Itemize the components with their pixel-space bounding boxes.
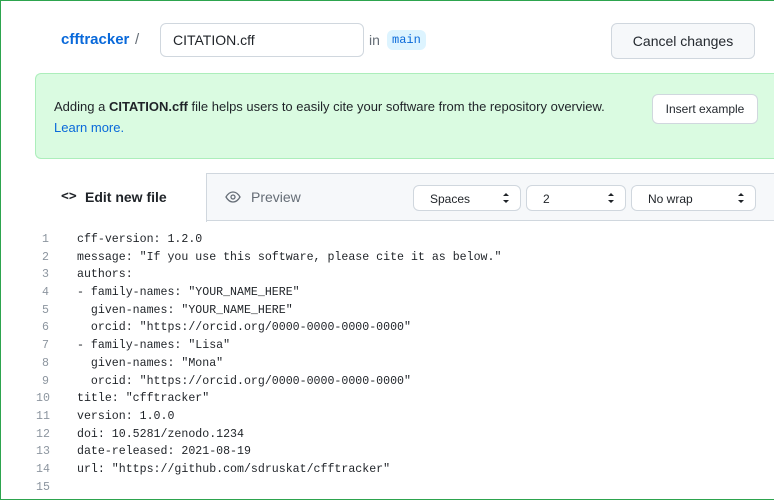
line-text: title: "cfftracker" <box>77 392 210 406</box>
cancel-changes-button[interactable]: Cancel changes <box>611 23 755 59</box>
code-line: 6 orcid: "https://orcid.org/0000-0000-00… <box>1 319 774 337</box>
line-text: date-released: 2021-08-19 <box>77 445 251 459</box>
code-line: 15 <box>1 479 774 497</box>
line-number: 9 <box>42 374 49 388</box>
code-area[interactable]: 1 cff-version: 1.2.0 2 message: "If you us… <box>1 231 774 496</box>
indent-mode-value: Spaces <box>430 192 471 206</box>
code-line: 3 authors: <box>1 266 774 284</box>
line-text: given-names: "Mona" <box>77 356 224 370</box>
wrap-mode-select[interactable]: No wrap <box>631 185 756 211</box>
line-text: message: "If you use this software, plea… <box>77 250 502 264</box>
editor-frame: cfftracker / in main Cancel changes Addi… <box>0 0 774 500</box>
wrap-mode-value: No wrap <box>648 192 693 206</box>
repo-link[interactable]: cfftracker <box>61 31 129 48</box>
line-number: 7 <box>42 339 49 353</box>
learn-more-link[interactable]: Learn more. <box>54 120 124 135</box>
line-number: 12 <box>36 427 50 441</box>
line-number: 15 <box>36 480 50 494</box>
line-text: doi: 10.5281/zenodo.1234 <box>77 427 244 441</box>
code-line: 11 version: 1.0.0 <box>1 408 774 426</box>
code-line: 1 cff-version: 1.2.0 <box>1 231 774 249</box>
editor-tab-bar: <> Edit new file Preview Spaces 2 No wra… <box>1 173 774 222</box>
line-number: 5 <box>42 303 49 317</box>
filename-input[interactable] <box>160 23 364 57</box>
line-number: 4 <box>42 286 49 300</box>
line-number: 14 <box>36 462 50 476</box>
code-line: 5 given-names: "YOUR_NAME_HERE" <box>1 302 774 320</box>
code-editor: <> Edit new file Preview Spaces 2 No wra… <box>1 173 774 499</box>
line-text: version: 1.0.0 <box>77 409 175 423</box>
line-number: 8 <box>42 356 49 370</box>
line-text: - family-names: "YOUR_NAME_HERE" <box>77 286 300 300</box>
file-header: cfftracker / in main Cancel changes <box>1 1 774 81</box>
line-number: 13 <box>36 445 50 459</box>
line-text: - family-names: "Lisa" <box>77 339 231 353</box>
code-line: 14 url: "https://github.com/sdruskat/cfft… <box>1 461 774 479</box>
code-line: 12 doi: 10.5281/zenodo.1234 <box>1 426 774 444</box>
banner-filename: CITATION.cff <box>108 99 188 114</box>
line-number: 2 <box>42 250 49 264</box>
line-text: cff-version: 1.2.0 <box>77 233 203 246</box>
line-number: 3 <box>42 268 49 282</box>
code-line: 10 title: "cfftracker" <box>1 390 774 408</box>
line-text: orcid: "https://orcid.org/0000-0000-0000… <box>77 321 411 335</box>
code-line: 9 orcid: "https://orcid.org/0000-0000-00… <box>1 373 774 391</box>
tab-preview[interactable]: Preview <box>221 174 331 220</box>
indent-size-select[interactable]: 2 <box>526 185 626 211</box>
banner-message: Adding a CITATION.cff file helps users t… <box>54 96 614 138</box>
select-caret-icon <box>608 193 614 203</box>
line-text: given-names: "YOUR_NAME_HERE" <box>77 303 293 317</box>
indent-size-value: 2 <box>543 192 550 206</box>
code-line: 4 - family-names: "YOUR_NAME_HERE" <box>1 284 774 302</box>
code-line: 7 - family-names: "Lisa" <box>1 337 774 355</box>
line-text: authors: <box>77 268 133 282</box>
code-icon: <> <box>61 189 77 204</box>
insert-example-button[interactable]: Insert example <box>652 94 758 124</box>
code-line: 13 date-released: 2021-08-19 <box>1 443 774 461</box>
select-caret-icon <box>503 193 509 203</box>
banner-text-before: Adding a <box>54 99 109 114</box>
line-text: orcid: "https://orcid.org/0000-0000-0000… <box>77 374 411 388</box>
tab-preview-label: Preview <box>251 189 301 205</box>
citation-banner: Adding a CITATION.cff file helps users t… <box>35 73 774 159</box>
tab-edit-new-file[interactable]: <> Edit new file <box>1 173 207 222</box>
code-line: 2 message: "If you use this software, ple… <box>1 249 774 267</box>
tab-edit-label: Edit new file <box>85 189 167 205</box>
banner-text-after: file helps users to easily cite your sof… <box>187 99 605 114</box>
indent-mode-select[interactable]: Spaces <box>413 185 521 211</box>
line-number: 1 <box>42 233 49 246</box>
line-text: url: "https://github.com/sdruskat/cfftra… <box>77 462 391 476</box>
in-label: in <box>369 32 380 48</box>
path-separator: / <box>135 31 140 48</box>
line-number: 6 <box>42 321 49 335</box>
branch-badge: main <box>387 30 426 50</box>
line-number: 11 <box>36 409 50 423</box>
line-number: 10 <box>36 392 50 406</box>
select-caret-icon <box>738 193 744 203</box>
eye-icon <box>225 191 241 203</box>
code-line: 8 given-names: "Mona" <box>1 355 774 373</box>
